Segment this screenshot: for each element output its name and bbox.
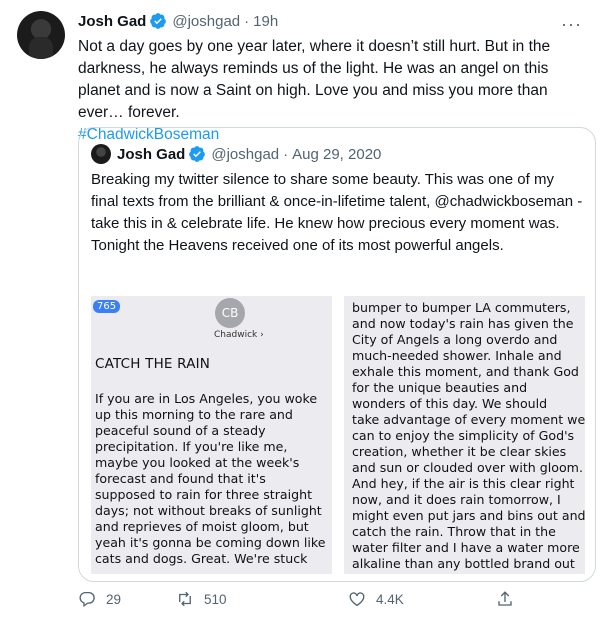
author-handle[interactable]: @joshgad <box>172 13 240 30</box>
reply-icon <box>79 591 95 608</box>
author-name[interactable]: Josh Gad <box>78 13 146 30</box>
contact-name: Chadwick › <box>214 330 264 340</box>
message-line: yeah it's gonna be coming down like <box>95 535 326 550</box>
verified-badge-icon <box>189 146 206 162</box>
message-line: cats and dogs. Great. We're stuck <box>95 551 308 566</box>
avatar[interactable] <box>17 11 65 59</box>
message-line: City of Angels a long overdo and <box>352 332 558 347</box>
message-line: precipitation. If you're like me, <box>95 439 288 454</box>
more-icon[interactable]: ··· <box>561 14 582 35</box>
separator-dot: · <box>244 12 250 30</box>
message-line: creation, whether it be clear skies <box>352 444 567 459</box>
message-line: days; not without breaks of sunlight <box>95 503 322 518</box>
message-line: now, and it does rain tomorrow, I <box>352 492 561 507</box>
like-count: 4.4K <box>376 591 404 607</box>
message-line: much-needed shower. Inhale and <box>352 348 562 363</box>
message-line: forecast and found that it's <box>95 471 266 486</box>
contact-avatar: CB <box>215 298 245 328</box>
message-line: maybe you looked at the week's <box>95 455 300 470</box>
message-line: supposed to rain for three straight <box>95 487 313 502</box>
message-line: up this morning to the rare and <box>95 407 293 422</box>
tweet-actions: 29 510 4.4K <box>78 590 518 612</box>
message-line: peaceful sound of a steady <box>95 423 266 438</box>
quoted-tweet[interactable]: Josh Gad @joshgad · Aug 29, 2020 Breakin… <box>78 127 596 582</box>
quoted-tweet-header: Josh Gad @joshgad · Aug 29, 2020 <box>91 144 381 164</box>
reply-button[interactable]: 29 <box>78 590 121 608</box>
tweet-header: Josh Gad @joshgad · 19h <box>78 12 278 30</box>
quoted-tweet-text: Breaking my twitter silence to share som… <box>91 171 583 254</box>
message-line: and sun or clouded over with gloom. <box>352 460 583 475</box>
share-icon <box>498 591 512 606</box>
quoted-author-handle: @joshgad <box>211 145 280 163</box>
share-button[interactable] <box>496 590 524 608</box>
message-line: catch the rain. Throw that in the <box>352 524 556 539</box>
verified-badge-icon <box>150 13 167 29</box>
quoted-avatar <box>91 144 111 164</box>
tweet[interactable]: Josh Gad @joshgad · 19h ··· Not a day go… <box>0 0 600 618</box>
unread-badge: 765 <box>93 300 121 313</box>
message-title: CATCH THE RAIN <box>95 356 211 372</box>
tweet-time[interactable]: 19h <box>253 13 278 30</box>
separator-dot: · <box>283 145 289 163</box>
message-line: and reprieves of moist gloom, but <box>95 519 309 534</box>
retweet-count: 510 <box>204 591 227 607</box>
message-line: water filter and I have a water more <box>352 540 580 555</box>
message-line: bumper to bumper LA commuters, <box>352 300 571 315</box>
message-line: take advantage of every moment we <box>352 412 585 427</box>
message-line: might even put jars and bins out and <box>352 508 585 523</box>
text-message-screenshot-right[interactable]: bumper to bumper LA commuters, and now t… <box>344 296 585 574</box>
message-line: and now today's rain has given the <box>352 316 574 331</box>
quoted-author-name: Josh Gad <box>117 145 186 163</box>
text-message-screenshot-left[interactable]: 765 CB Chadwick › CATCH THE RAIN If you … <box>91 296 332 574</box>
message-line: And hey, if the air is this clear right <box>352 476 575 491</box>
reply-count: 29 <box>106 591 122 607</box>
message-line: alkaline than any bottled brand out <box>352 556 575 571</box>
quoted-date: Aug 29, 2020 <box>292 145 382 163</box>
message-text-left: If you are in Los Angeles, you woke up t… <box>95 391 329 567</box>
like-button[interactable]: 4.4K <box>348 590 404 608</box>
like-icon <box>349 592 365 607</box>
message-line: for the unique beauties and <box>352 380 528 395</box>
tweet-text: Not a day goes by one year later, where … <box>78 38 551 121</box>
message-text-right: bumper to bumper LA commuters, and now t… <box>352 300 585 572</box>
message-line: wonders of this day. We should <box>352 396 548 411</box>
message-line: can to enjoy the simplicity of God's <box>352 428 575 443</box>
message-line: exhale this moment, and thank God <box>352 364 579 379</box>
message-line: If you are in Los Angeles, you woke <box>95 391 318 406</box>
retweet-button[interactable]: 510 <box>176 590 227 608</box>
quoted-media[interactable]: 765 CB Chadwick › CATCH THE RAIN If you … <box>91 296 585 574</box>
retweet-icon <box>179 591 191 607</box>
